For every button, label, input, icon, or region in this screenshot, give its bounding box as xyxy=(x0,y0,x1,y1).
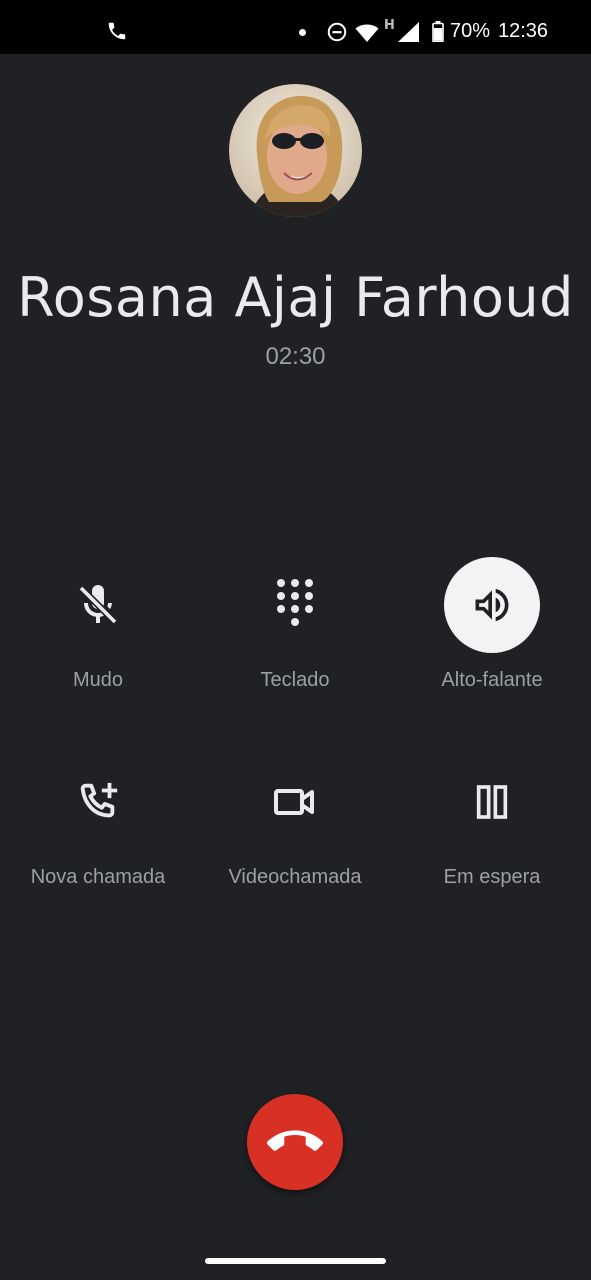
hold-label: Em espera xyxy=(443,866,541,888)
speaker-button[interactable]: Alto-falante xyxy=(402,557,582,707)
clock-time: 12:36 xyxy=(498,20,549,42)
video-camera-icon xyxy=(274,789,314,815)
battery-percentage: 70% xyxy=(450,20,491,42)
dialpad-icon xyxy=(277,579,313,626)
do-not-disturb-icon xyxy=(327,22,347,42)
video-call-label: Videochamada xyxy=(228,866,362,888)
home-indicator[interactable] xyxy=(205,1258,386,1264)
add-call-label: Nova chamada xyxy=(30,866,166,888)
add-call-icon xyxy=(80,782,118,818)
mute-toggle[interactable] xyxy=(50,557,146,653)
mute-button[interactable]: Mudo xyxy=(8,557,188,707)
status-bar: H 70% 12:36 xyxy=(0,0,591,54)
mic-off-icon xyxy=(78,585,118,625)
hold-toggle[interactable] xyxy=(444,754,540,850)
mute-label: Mudo xyxy=(72,669,124,691)
video-call-toggle[interactable] xyxy=(247,754,343,850)
in-call-screen: H 70% 12:36 Rosana Ajaj Farhoud 02:30 Mu… xyxy=(0,0,591,1280)
end-call-button[interactable] xyxy=(247,1094,343,1190)
wifi-icon xyxy=(355,24,379,42)
hold-button[interactable]: Em espera xyxy=(402,754,582,904)
speaker-icon xyxy=(475,588,509,622)
add-call-button[interactable]: Nova chamada xyxy=(8,754,188,904)
speaker-toggle[interactable] xyxy=(444,557,540,653)
network-type: H xyxy=(384,18,395,33)
phone-call-icon xyxy=(108,22,126,40)
keypad-label: Teclado xyxy=(260,669,330,691)
battery-icon xyxy=(432,21,444,42)
pause-icon xyxy=(476,785,508,819)
add-call-toggle[interactable] xyxy=(50,754,146,850)
video-call-button[interactable]: Videochamada xyxy=(205,754,385,904)
keypad-button[interactable]: Teclado xyxy=(205,557,385,707)
keypad-toggle[interactable] xyxy=(247,557,343,653)
contact-avatar xyxy=(229,84,362,217)
notification-dot-icon xyxy=(299,29,306,36)
contact-name: Rosana Ajaj Farhoud xyxy=(17,266,574,329)
call-duration: 02:30 xyxy=(265,343,326,370)
cell-signal-icon xyxy=(398,22,419,42)
speaker-label: Alto-falante xyxy=(441,669,543,691)
end-call-icon xyxy=(267,1130,323,1151)
